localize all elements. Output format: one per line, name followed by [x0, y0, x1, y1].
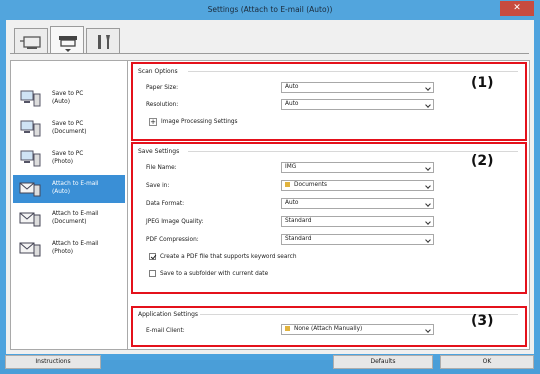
- application-settings-title: Application Settings: [138, 311, 199, 318]
- email-client-select[interactable]: None (Attach Manually): [281, 324, 434, 335]
- chevron-down-icon: [425, 201, 431, 207]
- email-client-value: None (Attach Manually): [294, 326, 363, 332]
- tools-icon: [98, 35, 110, 49]
- button-bar: Instructions Defaults OK: [5, 354, 534, 374]
- section-divider: [188, 151, 518, 152]
- nav-label-line2: (Document): [52, 219, 87, 225]
- nav-label-line1: Save to PC: [52, 121, 84, 127]
- pc-icon: [20, 150, 41, 167]
- pc-icon: [20, 120, 41, 137]
- ok-button[interactable]: OK: [440, 355, 534, 369]
- folder-icon: [285, 182, 290, 187]
- paper-size-value: Auto: [285, 84, 299, 90]
- pdf-compression-select[interactable]: Standard: [281, 234, 434, 245]
- scan-profile-list: Save to PC (Auto) Save to PC (Document) Sa…: [10, 60, 128, 350]
- chevron-down-icon: [425, 165, 431, 171]
- chevron-down-icon: [425, 327, 431, 333]
- section-marker-1: (1): [471, 75, 494, 91]
- title-bar[interactable]: Settings (Attach to E-mail (Auto)) ✕: [0, 0, 540, 20]
- section-marker-2: (2): [471, 153, 494, 169]
- mail-icon: [19, 212, 41, 227]
- nav-item-attach-to-email-photo[interactable]: Attach to E-mail (Photo): [13, 235, 125, 263]
- resolution-label: Resolution:: [146, 102, 179, 108]
- nav-label-line1: Attach to E-mail: [52, 241, 99, 247]
- email-client-label: E-mail Client:: [146, 328, 185, 334]
- save-in-select[interactable]: Documents: [281, 180, 434, 191]
- nav-label-line1: Attach to E-mail: [52, 181, 99, 187]
- nav-item-attach-to-email-auto[interactable]: Attach to E-mail (Auto): [13, 175, 125, 203]
- mail-icon: [19, 242, 41, 257]
- scan-options-title: Scan Options: [138, 68, 178, 75]
- mail-icon: [19, 182, 41, 197]
- pdf-compression-label: PDF Compression:: [146, 237, 199, 243]
- close-button[interactable]: ✕: [500, 1, 534, 16]
- app-icon: [285, 326, 290, 331]
- nav-label-line2: (Document): [52, 129, 87, 135]
- dialog-body: Save to PC (Auto) Save to PC (Document) Sa…: [5, 20, 534, 369]
- nav-item-save-to-pc-photo[interactable]: Save to PC (Photo): [13, 145, 125, 173]
- expand-image-processing-button[interactable]: +: [149, 118, 157, 126]
- window-title: Settings (Attach to E-mail (Auto)): [207, 5, 333, 14]
- tab-general-settings[interactable]: [86, 28, 120, 54]
- nav-label-line2: (Photo): [52, 249, 74, 255]
- save-in-value: Documents: [294, 182, 328, 188]
- nav-label-line1: Save to PC: [52, 91, 84, 97]
- subfolder-checkbox[interactable]: [149, 270, 156, 277]
- nav-item-save-to-pc-auto[interactable]: Save to PC (Auto): [13, 85, 125, 113]
- settings-panel: Scan Options (1) Paper Size: Auto Resolu…: [127, 60, 530, 350]
- computer-scan-icon: [20, 36, 41, 49]
- pc-icon: [20, 90, 41, 107]
- nav-label-line2: (Photo): [52, 159, 74, 165]
- pdf-compression-value: Standard: [285, 236, 312, 242]
- settings-window: Settings (Attach to E-mail (Auto)) ✕ Sav…: [0, 0, 540, 369]
- file-name-label: File Name:: [146, 165, 177, 171]
- section-marker-3: (3): [471, 313, 494, 329]
- jpeg-quality-select[interactable]: Standard: [281, 216, 434, 227]
- paper-size-label: Paper Size:: [146, 85, 179, 91]
- defaults-button[interactable]: Defaults: [333, 355, 433, 369]
- instructions-button[interactable]: Instructions: [5, 355, 101, 369]
- chevron-down-icon: [425, 219, 431, 225]
- chevron-down-icon: [425, 237, 431, 243]
- nav-item-attach-to-email-document[interactable]: Attach to E-mail (Document): [13, 205, 125, 233]
- chevron-down-icon: [425, 183, 431, 189]
- data-format-select[interactable]: Auto: [281, 198, 434, 209]
- chevron-down-icon: [425, 85, 431, 91]
- paper-size-select[interactable]: Auto: [281, 82, 434, 93]
- plus-icon: +: [150, 118, 156, 126]
- data-format-value: Auto: [285, 200, 299, 206]
- chevron-down-icon: [425, 102, 431, 108]
- keyword-search-label: Create a PDF file that supports keyword …: [160, 254, 297, 260]
- save-settings-title: Save Settings: [138, 148, 180, 155]
- tab-scan-from-panel[interactable]: [50, 26, 84, 54]
- nav-label-line2: (Auto): [52, 189, 70, 195]
- data-format-label: Data Format:: [146, 201, 185, 207]
- nav-item-save-to-pc-document[interactable]: Save to PC (Document): [13, 115, 125, 143]
- resolution-select[interactable]: Auto: [281, 99, 434, 110]
- nav-label-line2: (Auto): [52, 99, 70, 105]
- file-name-value: IMG: [285, 164, 297, 170]
- jpeg-quality-value: Standard: [285, 218, 312, 224]
- resolution-value: Auto: [285, 101, 299, 107]
- tab-strip-divider: [10, 53, 529, 54]
- nav-label-line1: Attach to E-mail: [52, 211, 99, 217]
- tab-scan-from-computer[interactable]: [14, 28, 48, 54]
- file-name-combobox[interactable]: IMG: [281, 162, 434, 173]
- scanner-icon: [59, 36, 77, 52]
- subfolder-label: Save to a subfolder with current date: [160, 271, 269, 277]
- jpeg-quality-label: JPEG Image Quality:: [146, 219, 204, 225]
- keyword-search-checkbox[interactable]: [149, 253, 156, 260]
- close-icon: ✕: [513, 3, 521, 13]
- image-processing-label: Image Processing Settings: [161, 119, 238, 125]
- nav-label-line1: Save to PC: [52, 151, 84, 157]
- save-in-label: Save in:: [146, 183, 170, 189]
- section-divider: [188, 71, 518, 72]
